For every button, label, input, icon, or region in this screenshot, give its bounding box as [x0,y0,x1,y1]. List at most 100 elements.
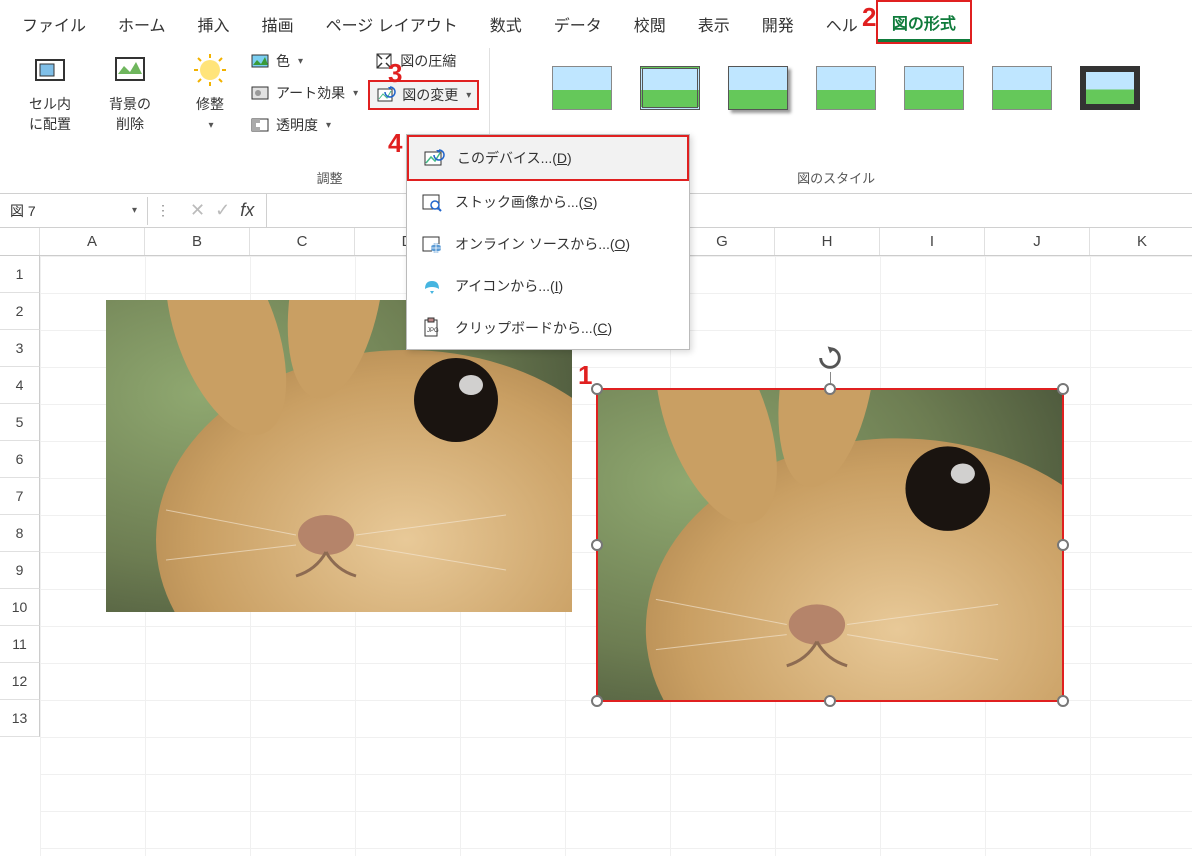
style-thumb-5[interactable] [895,58,973,118]
tab-bar: ファイル ホーム 挿入 描画 ページ レイアウト 数式 データ 校閲 表示 開発… [0,0,1192,44]
style-thumb-3[interactable] [719,58,797,118]
resize-handle[interactable] [591,383,603,395]
resize-handle[interactable] [824,695,836,707]
style-thumb-6[interactable] [983,58,1061,118]
annotation-4: 4 [388,128,402,159]
tab-formulas[interactable]: 数式 [476,4,536,44]
tab-developer[interactable]: 開発 [748,4,808,44]
menu-from-icons[interactable]: アイコンから...(I) [407,265,689,307]
tab-picture-format[interactable]: 図の形式 [878,2,970,42]
tab-file[interactable]: ファイル [8,4,100,44]
select-all-triangle[interactable] [0,228,40,255]
annotation-1: 1 [578,360,592,391]
row-header[interactable]: 7 [0,478,40,515]
row-header[interactable]: 10 [0,589,40,626]
menu-from-online-label: オンライン ソースから...(O) [455,234,630,254]
transparency-icon [250,115,270,135]
tab-home[interactable]: ホーム [104,4,180,44]
menu-from-online[interactable]: オンライン ソースから...(O) [407,223,689,265]
compress-button[interactable]: 図の圧縮 [368,48,479,74]
transparency-button[interactable]: 透明度 ▾ [244,112,364,138]
stock-icon [421,191,443,213]
change-picture-button[interactable]: 図の変更 ▾ [370,82,477,108]
col-header[interactable]: J [985,228,1090,255]
corrections-icon [192,52,228,88]
artistic-button[interactable]: アート効果 ▾ [244,80,364,106]
menu-from-device-label: このデバイス...(D) [457,148,572,168]
icons-icon [421,275,443,297]
online-icon [421,233,443,255]
col-header[interactable]: A [40,228,145,255]
picture-styles-gallery [523,48,1149,118]
col-header[interactable]: K [1090,228,1192,255]
resize-handle[interactable] [591,695,603,707]
change-picture-menu: このデバイス...(D) ストック画像から...(S) オンライン ソースから.… [406,134,690,350]
row-header[interactable]: 2 [0,293,40,330]
resize-handle[interactable] [1057,383,1069,395]
artistic-icon [250,83,270,103]
tab-draw[interactable]: 描画 [248,4,308,44]
col-header[interactable]: C [250,228,355,255]
row-header[interactable]: 6 [0,441,40,478]
rotate-handle[interactable] [814,342,846,374]
remove-background-button[interactable]: 背景の 削除 [100,48,160,138]
remove-background-label: 背景の 削除 [109,94,151,134]
tab-review[interactable]: 校閲 [620,4,680,44]
style-thumb-1[interactable] [543,58,621,118]
change-picture-highlight: 図の変更 ▾ [368,80,479,110]
annotation-2: 2 [862,2,876,33]
resize-handle[interactable] [1057,539,1069,551]
tab-picture-format-highlight: 図の形式 [876,0,972,44]
row-header[interactable]: 8 [0,515,40,552]
place-in-cell-button[interactable]: セル内 に配置 [20,48,80,138]
tab-page-layout[interactable]: ページ レイアウト [312,4,472,44]
col-header[interactable]: B [145,228,250,255]
row-header[interactable]: 12 [0,663,40,700]
color-label: 色 [276,51,290,71]
place-in-cell-label: セル内 に配置 [29,94,71,134]
row-header[interactable]: 5 [0,404,40,441]
row-header[interactable]: 4 [0,367,40,404]
style-thumb-2[interactable] [631,58,709,118]
menu-from-stock[interactable]: ストック画像から...(S) [407,181,689,223]
chevron-down-icon: ▾ [132,205,137,216]
resize-handle[interactable] [591,539,603,551]
tab-data[interactable]: データ [540,4,616,44]
row-header[interactable]: 9 [0,552,40,589]
corrections-button[interactable]: 修整 ▾ [180,48,240,135]
row-header[interactable]: 3 [0,330,40,367]
name-box-value: 図 7 [10,201,36,221]
menu-from-clipboard[interactable]: JPG クリップボードから...(C) [407,307,689,349]
resize-handle[interactable] [824,383,836,395]
artistic-label: アート効果 [276,83,345,103]
confirm-icon[interactable]: ✓ [215,200,230,221]
name-box[interactable]: 図 7 ▾ [0,197,148,225]
tab-view[interactable]: 表示 [684,4,744,44]
svg-text:JPG: JPG [427,328,439,334]
chevron-down-icon: ▾ [353,88,358,99]
color-icon [250,51,270,71]
ribbon-group-remove-bg: 背景の 削除 [90,48,170,193]
style-thumb-7[interactable] [1071,58,1149,118]
row-header[interactable]: 1 [0,256,40,293]
col-header[interactable]: H [775,228,880,255]
row-header[interactable]: 13 [0,700,40,737]
chevron-down-icon: ▾ [208,120,213,131]
style-thumb-4[interactable] [807,58,885,118]
color-button[interactable]: 色 ▾ [244,48,364,74]
selection-frame [596,388,1064,702]
chevron-down-icon: ▾ [466,90,471,101]
row-headers: 1 2 3 4 5 6 7 8 9 10 11 12 13 [0,256,40,737]
change-picture-label: 図の変更 [402,85,458,105]
clipboard-icon: JPG [421,317,443,339]
resize-handle[interactable] [1057,695,1069,707]
menu-from-device[interactable]: このデバイス...(D) [407,135,689,181]
ribbon-group-place: セル内 に配置 [10,48,90,193]
menu-from-icons-label: アイコンから...(I) [455,276,563,296]
tab-insert[interactable]: 挿入 [184,4,244,44]
adjust-group-label: 調整 [317,164,343,193]
col-header[interactable]: I [880,228,985,255]
styles-group-label: 図のスタイル [797,164,875,193]
row-header[interactable]: 11 [0,626,40,663]
cancel-icon[interactable]: ✕ [190,200,205,221]
